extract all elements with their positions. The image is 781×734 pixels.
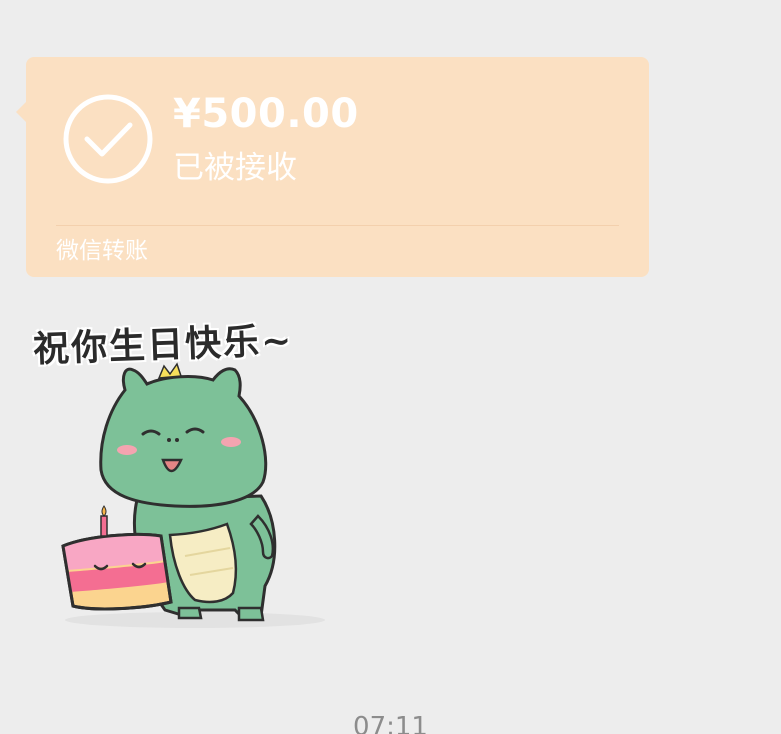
check-circle-icon xyxy=(63,94,153,184)
transfer-service-label: 微信转账 xyxy=(56,238,148,264)
sticker-caption: 祝你生日快乐~ xyxy=(32,319,294,371)
birthday-sticker[interactable]: 祝你生日快乐~ xyxy=(25,310,365,640)
divider xyxy=(56,225,619,226)
message-timestamp: 07:11 xyxy=(353,712,428,734)
transfer-status: 已被接收 xyxy=(173,150,297,186)
chat-page: ¥500.00 已被接收 微信转账 祝你生日快乐~ 07:11 xyxy=(0,0,781,734)
transfer-message-bubble[interactable]: ¥500.00 已被接收 微信转账 xyxy=(16,57,649,277)
transfer-amount: ¥500.00 xyxy=(173,91,359,137)
bubble-tail xyxy=(16,101,27,123)
